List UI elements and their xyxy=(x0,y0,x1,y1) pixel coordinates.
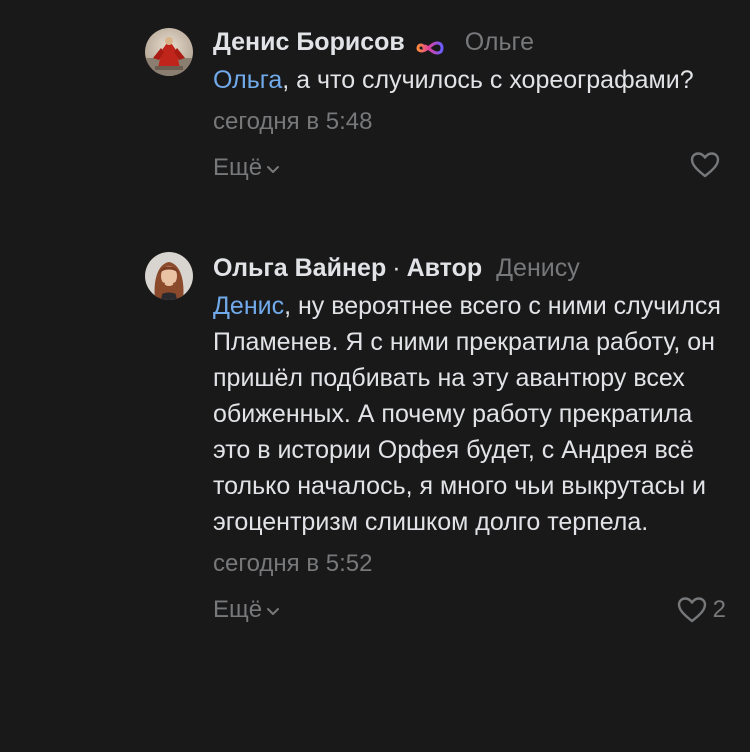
more-label: Ещё xyxy=(213,596,263,623)
author-name[interactable]: Денис Борисов xyxy=(213,26,405,58)
chevron-down-icon xyxy=(267,607,280,615)
comment-footer: Ещё xyxy=(213,151,726,185)
mention-link[interactable]: Ольга xyxy=(213,66,282,94)
comment-text-content: , ну вероятнее всего с ними случился Пла… xyxy=(213,292,721,536)
like-button[interactable] xyxy=(690,151,726,179)
comment-body: Денис Борисов Ольге Ольга, а что случило… xyxy=(213,26,726,185)
comment-header: Ольга Вайнер · Автор Денису xyxy=(213,252,726,284)
comment-text: Денис, ну вероятнее всего с ними случилс… xyxy=(213,288,726,540)
chevron-down-icon xyxy=(267,165,280,173)
separator: · xyxy=(392,254,401,282)
reply-to-label[interactable]: Денису xyxy=(496,252,580,284)
like-button[interactable]: 2 xyxy=(677,593,726,627)
like-count: 2 xyxy=(712,596,726,623)
more-button[interactable]: Ещё xyxy=(213,151,280,185)
avatar[interactable] xyxy=(145,252,193,300)
mention-link[interactable]: Денис xyxy=(213,292,284,320)
comment-text: Ольга, а что случилось с хореографами? xyxy=(213,62,726,98)
avatar[interactable] xyxy=(145,28,193,76)
comment-body: Ольга Вайнер · Автор Денису Денис, ну ве… xyxy=(213,252,726,627)
reply-to-label[interactable]: Ольге xyxy=(465,26,534,58)
infinity-icon xyxy=(413,33,447,55)
author-name[interactable]: Ольга Вайнер xyxy=(213,252,386,284)
author-tag: Автор xyxy=(406,254,483,282)
comment-text-content: , а что случилось с хореографами? xyxy=(282,66,694,94)
more-button[interactable]: Ещё xyxy=(213,593,280,627)
comment-footer: Ещё 2 xyxy=(213,593,726,627)
heart-icon xyxy=(677,597,706,623)
comment-date[interactable]: сегодня в 5:48 xyxy=(213,107,726,137)
comment-header: Денис Борисов Ольге xyxy=(213,26,726,58)
comment-date[interactable]: сегодня в 5:52 xyxy=(213,549,726,579)
comments-thread: Денис Борисов Ольге Ольга, а что случило… xyxy=(0,0,750,752)
more-label: Ещё xyxy=(213,154,263,181)
heart-icon xyxy=(690,152,720,178)
